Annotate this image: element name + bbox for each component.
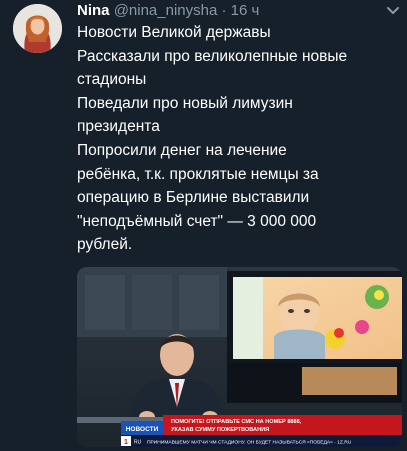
tweet-timestamp[interactable]: 16 ч: [231, 2, 260, 19]
tweet-text-line: президента: [77, 118, 160, 136]
tweet-text-line: Поведали про новый лимузин: [77, 94, 293, 112]
news-broadcast-screenshot: НОВОСТИ ПОМОГИТЕ! ОТПРАВЬТЕ СМС НА НОМЕР…: [77, 267, 402, 447]
author-handle[interactable]: @nina_ninysha: [114, 2, 218, 19]
tweet-text-line: операцию в Берлине выставили: [77, 189, 310, 207]
avatar-portrait: [13, 4, 62, 53]
separator-dot: ·: [221, 2, 227, 19]
donation-banner-line1: ПОМОГИТЕ! ОТПРАВЬТЕ СМС НА НОМЕР 8888,: [171, 419, 302, 425]
tweet-text-line: Новости Великой державы: [77, 24, 271, 41]
tweet-text-line: стадионы: [77, 71, 147, 89]
channel-logo: 1: [124, 439, 128, 446]
tweet-text-line: ребёнка, т.к. проклятые немцы за: [77, 165, 319, 183]
donation-banner-line2: УКАЗАВ СУММУ ПОЖЕРТВОВАНИЯ: [171, 427, 269, 433]
tweet-text: Новости Великой державы Рассказали про в…: [77, 21, 399, 257]
avatar[interactable]: [13, 4, 62, 53]
tweet-text-line: Рассказали про великолепные новые: [77, 47, 348, 65]
ticker-prefix: RU: [134, 440, 142, 446]
tweet-header: Nina @nina_ninysha · 16 ч: [77, 2, 259, 20]
tweet-text-line: Попросили денег на лечение: [77, 141, 287, 159]
news-badge: НОВОСТИ: [126, 426, 159, 433]
tweet-media-image[interactable]: НОВОСТИ ПОМОГИТЕ! ОТПРАВЬТЕ СМС НА НОМЕР…: [77, 267, 402, 447]
news-ticker-text: ПРИНИМАВШЕМУ МАТЧИ ЧМ СТАДИОНУ. ОН БУДЕТ…: [147, 440, 352, 446]
chevron-down-icon[interactable]: [384, 4, 402, 18]
tweet-text-line: "неподъёмный счет" — 3 000 000: [77, 212, 317, 230]
author-name[interactable]: Nina: [77, 2, 110, 19]
tweet-text-line: рублей.: [77, 236, 133, 254]
